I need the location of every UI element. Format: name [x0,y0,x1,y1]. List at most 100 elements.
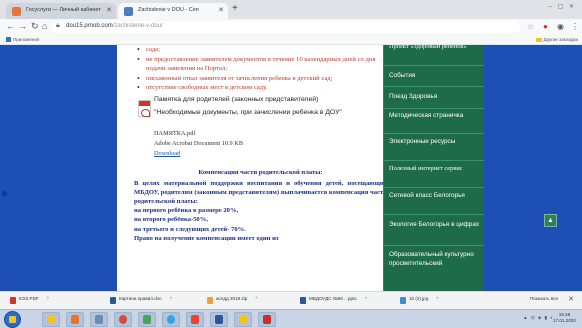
apps-label: Приложения [13,37,40,42]
window-controls[interactable]: – ▢ ✕ [549,3,576,10]
decorative-dot [2,191,7,196]
refusal-reasons-list: сада; не предоставление заявителем докум… [134,45,387,93]
scroll-to-top-button[interactable]: ▲ [544,214,557,227]
url-path: /zachislenie-v-dou/ [112,23,163,29]
other-bookmarks[interactable]: Другие закладки [535,37,578,42]
image-file-icon [400,297,406,304]
download-item[interactable]: Картина правил.doc ^ [110,296,172,306]
forward-arrow-icon[interactable]: → [18,21,27,31]
tab-title: Госуслуги — Личный кабинет [26,7,101,13]
paint-icon[interactable] [138,312,156,327]
sidebar-item-health-train[interactable]: Поезд Здоровья [384,87,484,109]
tab-close-icon[interactable]: ✕ [218,6,224,14]
clock-date: 17.01.2020 [553,318,576,323]
tab-title: Zachislenie v DOU - Ceп [138,7,199,13]
chrome-icon[interactable] [114,312,132,327]
explorer-icon[interactable] [42,312,60,327]
url-domain: dou15.prnob.com [66,23,113,29]
list-item: сада; [134,45,387,55]
star-bookmark-icon[interactable]: ☆ [527,22,534,31]
yandex-browser-icon[interactable] [234,312,252,327]
compensation-line: на первого ребёнка в размере 20%, [134,207,239,215]
browser-tab-strip: Госуслуги — Личный кабинет ✕ Zachislenie… [0,0,582,19]
page-viewport[interactable]: сада; не предоставление заявителем докум… [0,45,582,291]
apps-grid-icon [6,37,11,42]
menu-kebab-icon[interactable]: ⋮ [571,22,579,31]
file-manager-icon[interactable] [90,312,108,327]
pptx-file-icon [300,297,306,304]
sidebar-item-ecology[interactable]: Экология Белогорья в цифрах [384,215,484,246]
page-background-right [483,45,582,291]
attachment-filename: ПАМЯТКА.pdf [154,129,196,137]
media-player-icon[interactable] [66,312,84,327]
download-item[interactable]: МБДОУДС №66 ...pptx ^ [300,296,367,306]
chevron-up-icon[interactable]: ^ [47,296,49,301]
word-file-icon [110,297,116,304]
sidebar-item-e-resources[interactable]: Электронные ресурсы [384,134,484,161]
site-favicon-icon [124,7,133,16]
pdf-reader-icon[interactable] [258,312,276,327]
chevron-up-icon: ▲ [547,217,554,224]
chevron-up-icon[interactable]: ^ [255,296,257,301]
chevron-up-icon[interactable]: ^ [436,296,438,301]
attachment-meta: Adobe Acrobat Document 10.9 KB [154,139,244,147]
download-item-name: 15 (2).jpg [409,296,429,301]
taskbar-clock[interactable]: 15:46 17.01.2020 [553,312,576,324]
list-item: отсутствие свободных мест в детском саду… [134,83,387,93]
close-icon[interactable]: ✕ [568,295,574,303]
compensation-paragraph: В целях материальной поддержки воспитани… [134,179,387,205]
main-content: сада; не предоставление заявителем докум… [134,45,387,291]
pdf-file-icon [10,297,16,304]
address-toolbar: ← → ↻ ⌂ 🔒︎ dou15.prnob.com/zachislenie-v… [0,19,582,35]
compensation-line: на третьего и следующих детей- 70%. [134,225,246,233]
page-background-left [0,45,117,291]
sidebar-item-educational[interactable]: Образовательный культурно просветительск… [384,246,484,291]
yandex-icon[interactable] [186,312,204,327]
download-item[interactable]: 15 (2).jpg ^ [400,296,439,306]
compensation-line: на второго ребёнка-50%, [134,216,208,224]
download-item[interactable]: КЭЭ.PDF ^ [10,296,49,306]
download-item-name: аспдд 2019.zip [216,296,248,301]
download-item-name: КЭЭ.PDF [19,296,39,301]
bookmarks-bar: Приложения Другие закладки [0,35,582,45]
skype-icon[interactable] [162,312,180,327]
show-all-downloads-button[interactable]: Показать все [530,296,558,301]
attachment-title: Памятка для родителей (законных представ… [154,95,319,103]
start-button[interactable] [4,311,21,328]
download-item[interactable]: аспдд 2019.zip ^ [207,296,258,306]
lock-icon: 🔒︎ [56,22,60,29]
new-tab-button[interactable]: + [232,3,238,14]
pdf-file-icon[interactable] [138,99,151,117]
word-icon[interactable] [210,312,228,327]
extension-icon[interactable]: ● [543,22,548,31]
download-link[interactable]: Download [154,150,180,157]
profile-icon[interactable]: ◉ [557,22,564,31]
chevron-up-icon[interactable]: ^ [365,296,367,301]
zip-file-icon [207,297,213,304]
list-item: не предоставление заявителем документов … [134,55,387,74]
sidebar-item-healthy-child[interactable]: Проект «Здоровый ребенок» [384,45,484,66]
other-bookmarks-label: Другие закладки [543,37,578,42]
compensation-heading: Компенсация части родительской платы: [198,168,323,176]
sidebar-item-events[interactable]: События [384,66,484,87]
tab-close-icon[interactable]: ✕ [106,6,112,14]
list-item: письменный отказ заявителя от зачисления… [134,74,387,84]
system-tray[interactable]: ▲ ⊡ ◈ ▮ ◐ [523,315,554,321]
apps-bookmark[interactable]: Приложения [6,37,39,42]
back-arrow-icon[interactable]: ← [6,21,15,31]
windows-taskbar: ▲ ⊡ ◈ ▮ ◐ 15:46 17.01.2020 [0,309,582,328]
attachment-block: Памятка для родителей (законных представ… [134,96,387,164]
reload-icon[interactable]: ↻ [31,21,39,32]
home-icon[interactable]: ⌂ [42,21,47,31]
folder-icon [535,38,542,42]
sidebar-item-network-class[interactable]: Сетевой класс Белогорья [384,188,484,215]
browser-tab-gosuslugi[interactable]: Госуслуги — Личный кабинет ✕ [6,3,116,19]
chevron-up-icon[interactable]: ^ [170,296,172,301]
sidebar-item-methodical[interactable]: Методическая страничка [384,109,484,134]
gosuslugi-favicon-icon [12,7,21,16]
url-input[interactable]: 🔒︎ dou15.prnob.com/zachislenie-v-dou/ [52,21,520,33]
compensation-line: Право на получение компенсации имеет оди… [134,234,279,242]
browser-tab-zachislenie[interactable]: Zachislenie v DOU - Ceп ✕ [118,3,228,19]
sidebar-item-internet-service[interactable]: Полезный интернет сервис [384,161,484,188]
download-item-name: МБДОУДС №66 ...pptx [309,296,357,301]
